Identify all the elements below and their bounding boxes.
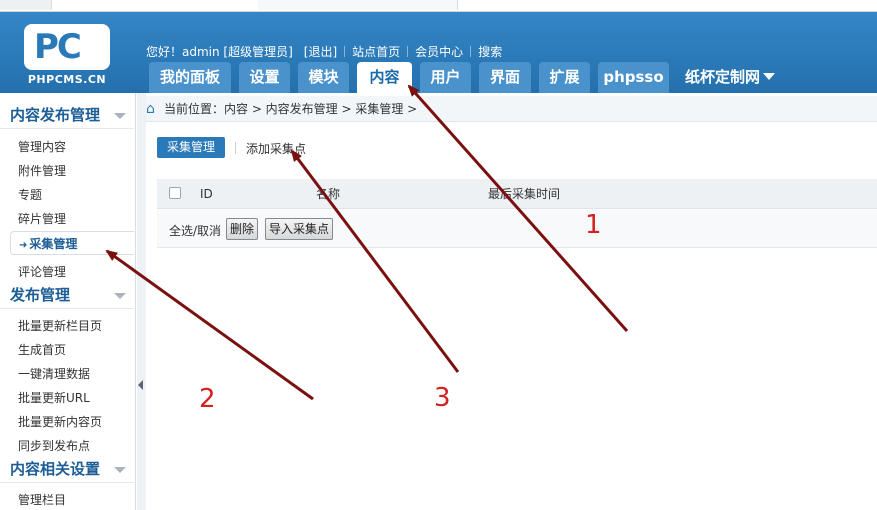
annotation-label-3: 3 [434,383,451,413]
add-collection-point-link[interactable]: 添加采集点 [246,140,306,157]
logo-text: PHPCMS.CN [27,73,107,86]
sidebar-group-content-publish[interactable]: 内容发布管理 [0,101,134,129]
table-header: ID 名称 最后采集时间 [157,179,877,209]
sidebar-group-title: 内容发布管理 [10,106,101,124]
sidebar-item-update-content-pages[interactable]: 批量更新内容页 [18,413,102,430]
tab-extend[interactable]: 扩展 [539,62,590,93]
sidebar-item-manage-content[interactable]: 管理内容 [18,138,66,155]
tab-content[interactable]: 内容 [357,62,412,93]
collection-manage-button[interactable]: 采集管理 [157,137,225,158]
arrow-right-icon: ➜ [19,240,28,251]
sidebar: 内容发布管理 管理内容 附件管理 专题 碎片管理 ➜ 采集管理 评论管理 发布管理… [0,93,136,510]
divider [235,142,236,154]
sidebar-item-generate-home[interactable]: 生成首页 [18,341,66,358]
tab-users[interactable]: 用户 [420,62,471,93]
logout-link[interactable]: [退出] [304,45,337,59]
tab-interface[interactable]: 界面 [479,62,531,93]
sidebar-group-publish[interactable]: 发布管理 [0,281,134,309]
greeting: 您好！admin [超级管理员] [146,45,293,59]
collapse-triangle-icon [114,467,126,473]
sidebar-item-update-category-pages[interactable]: 批量更新栏目页 [18,317,102,334]
select-all-checkbox[interactable] [169,187,181,199]
divider [344,46,346,57]
column-last-collect-time: 最后采集时间 [488,187,561,201]
home-icon: ⌂ [146,101,155,117]
tab-phpsso[interactable]: phpsso [598,62,669,93]
tab-modules[interactable]: 模块 [298,62,349,93]
column-name: 名称 [316,187,341,201]
sidebar-collapse-bar[interactable] [137,93,146,510]
divider [470,46,472,57]
site-select-label: 纸杯定制网 [684,68,760,86]
search-link[interactable]: 搜索 [478,45,502,59]
sidebar-item-clean-data[interactable]: 一键清理数据 [18,365,90,382]
site-select[interactable]: 纸杯定制网 [679,62,781,93]
collapse-triangle-icon [114,293,126,299]
annotation-label-1: 1 [585,210,602,240]
collapse-triangle-icon [114,113,126,119]
phpcms-logo[interactable]: PC PHPCMS.CN [24,24,110,86]
browser-top-strip [0,0,877,12]
sidebar-item-comments[interactable]: 评论管理 [18,263,66,280]
divider [407,46,409,57]
sidebar-item-sync-publish[interactable]: 同步到发布点 [18,437,90,454]
import-collection-button[interactable]: 导入采集点 [265,218,334,240]
sidebar-group-title: 内容相关设置 [10,460,101,478]
sidebar-item-blocks[interactable]: 碎片管理 [18,210,66,227]
delete-button[interactable]: 删除 [226,218,259,240]
table-footer: 全选/取消 删除 导入采集点 [157,210,877,248]
select-all-toggle[interactable]: 全选/取消 [169,222,221,239]
tab-settings[interactable]: 设置 [239,62,290,93]
logo-mark: PC [34,27,82,67]
breadcrumb: ⌂ 当前位置：内容 > 内容发布管理 > 采集管理 > [146,96,877,122]
tab-dashboard[interactable]: 我的面板 [149,62,231,93]
sidebar-item-manage-categories[interactable]: 管理栏目 [18,491,66,508]
chevron-down-icon [763,73,775,80]
top-links: 您好！admin [超级管理员] [退出] 站点首页 会员中心 搜索 [146,43,502,60]
sidebar-group-title: 发布管理 [10,286,71,304]
member-center-link[interactable]: 会员中心 [415,45,463,59]
sidebar-item-attachments[interactable]: 附件管理 [18,162,66,179]
site-home-link[interactable]: 站点首页 [352,45,400,59]
breadcrumb-text: 当前位置：内容 > 内容发布管理 > 采集管理 > [164,102,418,116]
column-id: ID [200,187,213,201]
sidebar-group-content-settings[interactable]: 内容相关设置 [0,455,134,483]
sidebar-item-update-url[interactable]: 批量更新URL [18,389,90,406]
sidebar-item-special[interactable]: 专题 [18,186,42,203]
collapse-left-icon [138,380,143,390]
sidebar-item-collection[interactable]: ➜ 采集管理 [10,231,134,255]
sidebar-item-label: 采集管理 [29,237,78,251]
annotation-label-2: 2 [199,384,216,414]
